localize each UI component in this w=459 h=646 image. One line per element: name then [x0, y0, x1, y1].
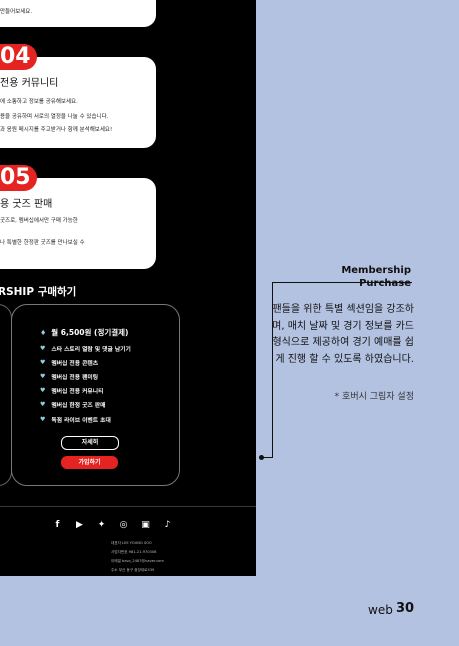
benefit-item: ♥ 스타 스토리 열람 및 댓글 남기기 [40, 341, 131, 355]
card-number-badge: 04 [0, 44, 37, 70]
annotation-note: * 호버시 그림자 설정 [334, 392, 414, 402]
annotation-body: 팬들을 위한 특별 섹션임을 강조하며, 매치 날짜 및 경기 정보를 카드형식… [272, 304, 414, 365]
page-number: 30 [396, 601, 415, 616]
heart-icon: ♥ [40, 415, 46, 423]
twitch-icon[interactable]: ▣ [138, 518, 153, 532]
instagram-icon[interactable]: ◎ [116, 518, 131, 532]
footer-divider [0, 506, 256, 507]
card-title: 용 굿즈 판매 [0, 199, 53, 210]
benefit-label: 멤버십 전용 팬미팅 [51, 374, 99, 381]
tiktok-icon[interactable]: ♪ [160, 518, 175, 532]
card-text: 만들어보세요. [0, 9, 33, 15]
benefit-label: 스타 스토리 열람 및 댓글 남기기 [51, 346, 131, 353]
website-screenshot: 만들어보세요. 전용 커뮤니티 에 소통하고 정보를 공유해보세요. 용을 공유… [0, 0, 256, 576]
card-text: 나 특별한 한정판 굿즈를 만나보실 수 [0, 240, 85, 246]
twitter-icon[interactable]: ✦ [94, 518, 109, 532]
footer-line: 주소 부산 동구 중앙대로539 [111, 568, 155, 572]
membership-price: ♦ 월 6,500원 (정기결제) [40, 327, 128, 338]
annotation-heading-line-2: Purchase [359, 278, 411, 289]
detail-button[interactable]: 자세히 [61, 436, 119, 450]
card-text: 과 응원 메시지를 주고받거나 함께 분석해보세요! [0, 127, 113, 133]
join-button[interactable]: 가입하기 [61, 456, 118, 469]
heart-icon: ♥ [40, 387, 46, 395]
annotation-heading-line-1: Membership [341, 265, 411, 276]
benefit-label: 독점 라이브 이벤트 초대 [51, 417, 111, 424]
benefit-item: ♥ 독점 라이브 이벤트 초대 [40, 412, 131, 426]
benefit-card-05: 용 굿즈 판매 굿즈로, 멤버십에서만 구매 가능한 나 특별한 한정판 굿즈를… [0, 178, 156, 269]
benefit-label: 멤버십 한정 굿즈 판매 [51, 403, 106, 410]
benefit-item: ♥ 멤버십 전용 커뮤니티 [40, 384, 131, 398]
benefit-label: 멤버십 전용 콘텐츠 [51, 360, 99, 367]
annotation-pointer-dot [259, 455, 264, 460]
page-label: web [368, 603, 393, 617]
benefit-card-03: 만들어보세요. [0, 0, 156, 27]
card-title: 전용 커뮤니티 [0, 78, 59, 89]
benefit-item: ♥ 멤버십 한정 굿즈 판매 [40, 398, 131, 412]
footer-line: 사업자번호 981-21-970306 [111, 550, 157, 554]
card-number-badge: 05 [0, 165, 37, 191]
social-links: f ▶ ✦ ◎ ▣ ♪ [50, 518, 175, 532]
heart-icon: ♥ [40, 344, 46, 352]
membership-benefits-list: ♥ 스타 스토리 열람 및 댓글 남기기 ♥ 멤버십 전용 콘텐츠 ♥ 멤버십 전용 … [40, 341, 131, 426]
benefit-item: ♥ 멤버십 전용 콘텐츠 [40, 355, 131, 369]
heart-icon: ♥ [40, 401, 46, 409]
card-text: 용을 공유하며 서로의 열정을 나눌 수 있습니다. [0, 114, 109, 120]
membership-section-title: RSHIP 구매하기 [0, 286, 77, 298]
footer-info: 대표자 LEE YOUNG SOO 사업자번호 981-21-970306 이메… [111, 539, 164, 575]
card-text: 굿즈로, 멤버십에서만 구매 가능한 [0, 218, 78, 224]
benefit-label: 멤버십 전용 커뮤니티 [51, 389, 104, 396]
card-text: 에 소통하고 정보를 공유해보세요. [0, 99, 78, 105]
price-text: 월 6,500원 (정기결제) [51, 328, 129, 337]
annotation-heading: Membership Purchase [341, 264, 411, 290]
facebook-icon[interactable]: f [50, 518, 65, 532]
benefit-item: ♥ 멤버십 전용 팬미팅 [40, 369, 131, 383]
heart-icon: ♥ [40, 358, 46, 366]
youtube-icon[interactable]: ▶ [72, 518, 87, 532]
benefit-card-04: 전용 커뮤니티 에 소통하고 정보를 공유해보세요. 용을 공유하며 서로의 열… [0, 57, 156, 148]
annotation-leader-line [272, 282, 412, 283]
heart-icon: ♥ [40, 372, 46, 380]
footer-line: 대표자 LEE YOUNG SOO [111, 541, 152, 545]
footer-line: 이메일 bzvo_2487@naver.com [111, 559, 164, 563]
diamond-icon: ♦ [40, 329, 47, 337]
